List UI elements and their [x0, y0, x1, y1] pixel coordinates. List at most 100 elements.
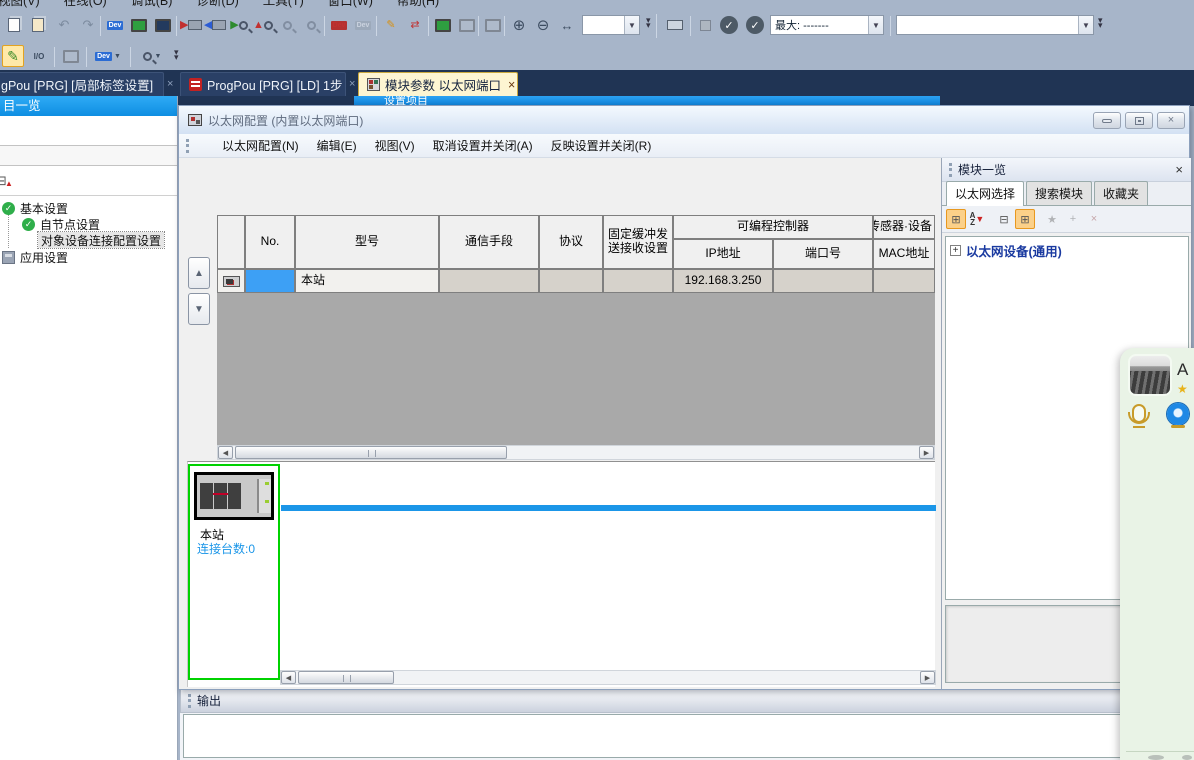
tab-local-label-setting[interactable]: gPou [PRG] [局部标签设置] [0, 72, 164, 96]
redo-icon[interactable]: ↷ [77, 14, 99, 36]
menu-tools[interactable]: 工具(T) [251, 0, 316, 9]
read-from-plc-icon[interactable]: ◀ [204, 14, 226, 36]
snapshot-icon[interactable] [664, 14, 686, 36]
check-all-icon[interactable]: ✓ [744, 14, 766, 36]
zoom-scale-combobox[interactable]: ▼ [582, 15, 640, 35]
table-hscroll-thumb[interactable] [235, 446, 507, 459]
io-mode-icon[interactable]: I/O [28, 45, 50, 67]
device-memory-disabled-icon[interactable]: Dev [352, 14, 374, 36]
tree-item-own-node-setting[interactable]: ✓ 自节点设置 [22, 216, 100, 232]
module-panel-grip[interactable] [949, 163, 952, 177]
row-no-cell[interactable] [245, 269, 295, 293]
tab1-close-icon[interactable]: × [167, 78, 173, 90]
menu-view[interactable]: 视图(V) [0, 0, 52, 9]
canvas-scroll-left-icon[interactable]: ◀ [281, 671, 296, 684]
tab-favorites[interactable]: 收藏夹 [1094, 181, 1148, 205]
menu-help[interactable]: 帮助(H) [385, 0, 451, 9]
favorite-star-icon[interactable]: ★ [1042, 209, 1062, 229]
tab-ethernet-selection[interactable]: 以太网选择 [946, 181, 1024, 206]
tree-item-basic-setting[interactable]: ✓ 基本设置 [2, 200, 68, 216]
canvas-scroll-right-icon[interactable]: ▶ [920, 671, 935, 684]
device-search-icon[interactable]: ▼ [136, 45, 168, 67]
tree-item-ethernet-device[interactable]: + 以太网设备(通用) [946, 237, 1188, 260]
verify-disabled-icon[interactable] [276, 14, 298, 36]
navigation-empty-row[interactable] [0, 116, 177, 146]
delete-favorite-icon[interactable]: × [1084, 209, 1104, 229]
table-hscrollbar[interactable]: ◀ ▶ [217, 445, 935, 460]
profile-thumbnail[interactable] [1128, 354, 1172, 396]
zoom-in-icon[interactable]: ⊕ [508, 14, 530, 36]
toolbar-overflow-icon[interactable]: ▾▾ [646, 18, 651, 28]
statement-icon[interactable]: ✎ [380, 14, 402, 36]
move-row-down-button[interactable]: ▼ [188, 293, 210, 325]
dialog-titlebar[interactable]: 以太网配置 (内置以太网端口) [179, 106, 1189, 134]
monitor-screen-icon[interactable] [128, 14, 150, 36]
menu-cancel-close[interactable]: 取消设置并关闭(A) [424, 137, 542, 154]
menu-view2[interactable]: 视图(V) [366, 137, 424, 154]
menubar-grip[interactable] [186, 139, 207, 153]
menu-reflect-close[interactable]: 反映设置并关闭(R) [542, 137, 661, 154]
remote-operation-icon[interactable]: ▲ [252, 14, 274, 36]
row-buffer-cell[interactable] [603, 269, 673, 293]
tab-progpou-ld[interactable]: ProgPou [PRG] [LD] 1步 [180, 72, 346, 96]
scroll-right-icon[interactable]: ▶ [919, 446, 934, 459]
sort-az-icon[interactable]: AZ▼ [967, 209, 987, 229]
row-protocol-cell[interactable] [539, 269, 603, 293]
menu-ethernet-config[interactable]: 以太网配置(N) [213, 137, 308, 154]
webcam-icon[interactable] [1167, 403, 1189, 425]
row-model-cell[interactable]: 本站 [295, 269, 439, 293]
tab2-close-icon[interactable]: × [349, 78, 355, 90]
edit-toolbar-overflow-icon[interactable]: ▾▾ [174, 50, 179, 60]
write-to-plc-icon[interactable]: ▶ [180, 14, 202, 36]
output-panel-header[interactable]: 输出 [180, 688, 1194, 713]
canvas-hscrollbar[interactable]: ◀ ▶ [280, 670, 936, 685]
selected-station-box[interactable]: 本站 连接台数:0 [188, 464, 280, 680]
collapse-all-icon[interactable]: ⊟ [994, 209, 1014, 229]
monitor-stop-icon[interactable] [456, 14, 478, 36]
wide-combobox[interactable]: ▼ [896, 15, 1094, 35]
expand-plus-icon[interactable]: + [950, 245, 961, 256]
copy-icon[interactable] [3, 14, 25, 36]
row-port-cell[interactable] [773, 269, 873, 293]
verify-with-plc-icon[interactable]: ▶ [228, 14, 250, 36]
transfer-setup-icon[interactable]: ⇄ [404, 14, 426, 36]
tree-item-target-device-setting[interactable]: 对象设备连接配置设置 [38, 232, 164, 248]
toolbar-overflow2-icon[interactable]: ▾▾ [1098, 18, 1103, 28]
check-step-icon[interactable]: ✓ [718, 14, 740, 36]
module-panel-header[interactable]: 模块一览 × [942, 158, 1191, 182]
row-comm-cell[interactable] [439, 269, 539, 293]
menu-online[interactable]: 在线(O) [52, 0, 119, 9]
canvas-hscroll-thumb[interactable] [298, 671, 394, 684]
menu-diagnostics[interactable]: 诊断(D) [184, 0, 250, 9]
output-panel-content[interactable] [183, 714, 1191, 758]
watch-window-icon[interactable] [482, 14, 504, 36]
tree-item-application-setting[interactable]: 应用设置 [2, 249, 68, 265]
minimize-button[interactable] [1093, 112, 1121, 129]
undo-icon[interactable]: ↶ [53, 14, 75, 36]
restore-button[interactable] [1125, 112, 1153, 129]
scroll-left-icon[interactable]: ◀ [218, 446, 233, 459]
tab3-close-icon[interactable]: × [508, 78, 515, 92]
tab-module-param-ethernet[interactable]: 模块参数 以太网端口 × [358, 72, 518, 96]
list-view-icon[interactable]: ⊞ [946, 209, 966, 229]
device-memory-icon[interactable]: Dev [328, 14, 350, 36]
menu-debug[interactable]: 调试(B) [119, 0, 185, 9]
navigation-empty-row2[interactable] [0, 146, 177, 166]
module-panel-close-icon[interactable]: × [1175, 162, 1183, 177]
output-panel-grip[interactable] [188, 694, 191, 708]
search-device-disabled-icon[interactable] [300, 14, 322, 36]
row-module-icon-cell[interactable] [217, 269, 245, 293]
zoom-out-icon[interactable]: ⊖ [532, 14, 554, 36]
device-display-icon[interactable]: Dev▼ [92, 45, 124, 67]
stop-icon[interactable] [694, 14, 716, 36]
close-button[interactable]: × [1157, 112, 1185, 129]
monitor-start-icon[interactable] [432, 14, 454, 36]
disabled-tool-icon[interactable] [60, 45, 82, 67]
device-comment-icon[interactable]: Dev [104, 14, 126, 36]
paste-icon[interactable] [27, 14, 49, 36]
expand-all-icon[interactable]: ⊞ [1015, 209, 1035, 229]
hw-config-icon[interactable] [152, 14, 174, 36]
row-mac-cell[interactable] [873, 269, 935, 293]
add-favorite-icon[interactable]: + [1063, 209, 1083, 229]
menu-window[interactable]: 窗口(W) [316, 0, 385, 9]
